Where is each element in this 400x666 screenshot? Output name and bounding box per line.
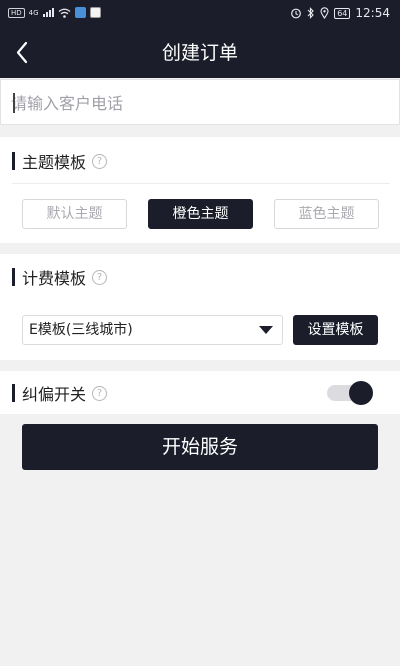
start-service-button[interactable]: 开始服务 xyxy=(22,424,378,470)
question-circle-icon[interactable]: ? xyxy=(92,153,108,169)
network-type-label: 4G xyxy=(28,8,39,17)
location-icon xyxy=(320,7,329,19)
theme-option-default[interactable]: 默认主题 xyxy=(22,199,127,229)
question-circle-icon[interactable]: ? xyxy=(92,269,108,285)
caret-down-icon xyxy=(259,326,273,334)
toggle-knob xyxy=(349,381,373,405)
chevron-left-icon xyxy=(16,41,28,64)
phone-input-container xyxy=(0,79,400,125)
wifi-icon xyxy=(58,8,70,18)
status-bar-left: HD 4G xyxy=(8,7,101,18)
text-cursor xyxy=(13,93,15,113)
set-template-button[interactable]: 设置模板 xyxy=(293,315,378,345)
app-notification-icon xyxy=(74,7,86,18)
alarm-icon xyxy=(291,8,302,19)
status-time: 12:54 xyxy=(355,6,390,20)
billing-section-title: 计费模板 xyxy=(22,269,87,288)
divider xyxy=(12,183,390,184)
section-accent-bar xyxy=(12,384,15,402)
selected-template-value: E模板(三线城市) xyxy=(29,322,133,338)
deviation-section-title: 纠偏开关 xyxy=(22,385,87,404)
title-bar: 创建订单 xyxy=(0,28,400,78)
theme-section-header: 主题模板 ? xyxy=(12,150,108,172)
theme-option-blue[interactable]: 蓝色主题 xyxy=(274,199,379,229)
battery-icon: 64 xyxy=(334,7,351,19)
deviation-toggle[interactable] xyxy=(327,381,373,405)
status-bar: HD 4G 64 12:54 xyxy=(0,0,400,28)
customer-phone-input[interactable] xyxy=(11,86,391,120)
billing-section-header: 计费模板 ? xyxy=(12,266,108,288)
page-title: 创建订单 xyxy=(161,42,238,64)
section-accent-bar xyxy=(12,268,15,286)
billing-template-select[interactable]: E模板(三线城市) xyxy=(22,315,283,345)
deviation-section-header: 纠偏开关 ? xyxy=(12,382,108,404)
theme-section-title: 主题模板 xyxy=(22,153,87,172)
app-notification-icon xyxy=(89,7,101,18)
question-circle-icon[interactable]: ? xyxy=(92,385,108,401)
hd-icon: HD xyxy=(8,7,25,18)
section-accent-bar xyxy=(12,152,15,170)
back-button[interactable] xyxy=(10,38,40,68)
status-bar-right: 64 12:54 xyxy=(290,6,390,20)
theme-option-orange[interactable]: 橙色主题 xyxy=(148,199,253,229)
signal-icon xyxy=(42,8,54,17)
bluetooth-icon xyxy=(307,7,314,19)
